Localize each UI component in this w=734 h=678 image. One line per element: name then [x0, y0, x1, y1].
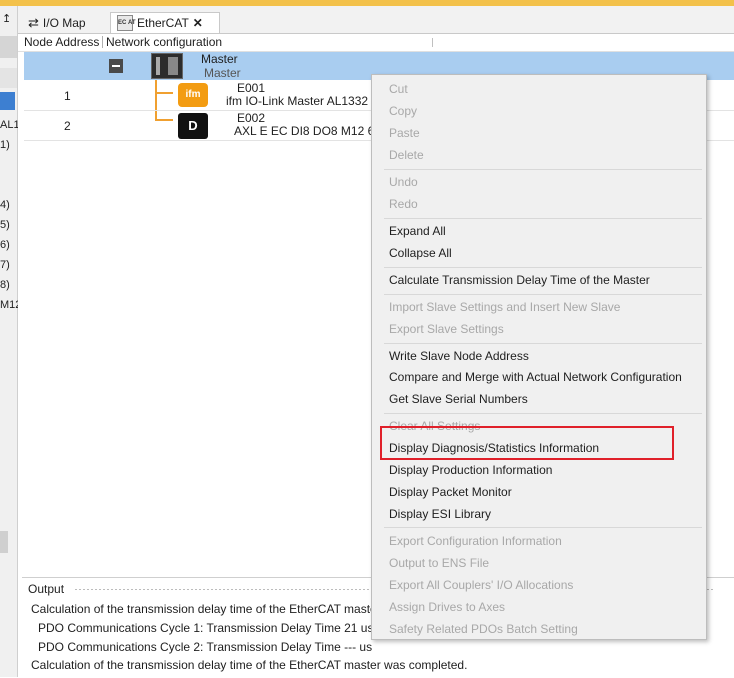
- menu-item-expand-all[interactable]: Expand All: [389, 224, 446, 238]
- left-panel-scrollbar[interactable]: [0, 531, 8, 553]
- tab-strip: ⇄ I/O Map EC AT EtherCAT ✕: [18, 6, 734, 34]
- menu-separator: [384, 218, 702, 219]
- close-icon[interactable]: ✕: [193, 16, 203, 30]
- panel-toolbar[interactable]: [0, 36, 17, 58]
- menu-item-display-production-info[interactable]: Display Production Information: [389, 463, 552, 477]
- menu-item-import-slave-settings[interactable]: Import Slave Settings and Insert New Sla…: [389, 300, 620, 314]
- phoenix-device-icon: D: [178, 113, 208, 139]
- master-device-icon: [151, 53, 183, 79]
- output-title: Output: [28, 582, 65, 596]
- left-panel-fragment: 7): [0, 259, 10, 271]
- column-network-configuration[interactable]: Network configuration: [106, 35, 222, 49]
- menu-separator: [384, 413, 702, 414]
- menu-item-cut[interactable]: Cut: [389, 82, 408, 96]
- menu-item-get-serial-numbers[interactable]: Get Slave Serial Numbers: [389, 392, 528, 406]
- master-subtitle: Master: [204, 66, 241, 80]
- node-address: 1: [64, 89, 71, 103]
- menu-item-copy[interactable]: Copy: [389, 104, 417, 118]
- left-panel-fragment: 1): [0, 139, 10, 151]
- output-line: PDO Communications Cycle 2: Transmission…: [38, 640, 373, 654]
- left-panel-fragment: 8): [0, 279, 10, 291]
- menu-separator: [384, 267, 702, 268]
- menu-item-write-node-address[interactable]: Write Slave Node Address: [389, 349, 529, 363]
- menu-separator: [384, 294, 702, 295]
- left-panel-fragment: 4): [0, 199, 10, 211]
- menu-item-collapse-all[interactable]: Collapse All: [389, 246, 452, 260]
- tab-ethercat[interactable]: EC AT EtherCAT ✕: [110, 12, 220, 33]
- output-line: Calculation of the transmission delay ti…: [31, 602, 381, 616]
- panel-toolbar-2[interactable]: [0, 68, 17, 88]
- master-name: Master: [201, 52, 238, 66]
- left-panel: ↥ AL1 1) 4) 5) 6) 7) 8) M12: [0, 6, 21, 677]
- slave-id: E002: [237, 111, 266, 125]
- left-panel-fragment: 6): [0, 239, 10, 251]
- menu-item-display-esi-library[interactable]: Display ESI Library: [389, 507, 491, 521]
- menu-separator: [384, 169, 702, 170]
- menu-item-undo[interactable]: Undo: [389, 175, 418, 189]
- slave-id: E001: [237, 81, 266, 95]
- column-divider[interactable]: [432, 38, 433, 47]
- menu-item-paste[interactable]: Paste: [389, 126, 420, 140]
- tab-io-map-label: I/O Map: [42, 15, 86, 30]
- column-header: Node Address Network configuration: [18, 34, 734, 52]
- menu-item-compare-merge[interactable]: Compare and Merge with Actual Network Co…: [389, 370, 682, 384]
- pin-icon[interactable]: ↥: [2, 12, 11, 25]
- ethercat-icon: EC AT: [117, 15, 136, 31]
- menu-item-calculate-delay[interactable]: Calculate Transmission Delay Time of the…: [389, 273, 650, 287]
- menu-item-export-slave-settings[interactable]: Export Slave Settings: [389, 322, 504, 336]
- output-line: Calculation of the transmission delay ti…: [31, 658, 468, 672]
- output-line: PDO Communications Cycle 1: Transmission…: [38, 621, 374, 635]
- slave-description: ifm IO-Link Master AL1332: [226, 94, 369, 108]
- menu-item-safety-pdos[interactable]: Safety Related PDOs Batch Setting: [389, 622, 578, 636]
- menu-item-delete[interactable]: Delete: [389, 148, 424, 162]
- node-address: 2: [64, 119, 71, 133]
- column-divider[interactable]: [102, 36, 103, 48]
- tab-io-map[interactable]: ⇄ I/O Map: [22, 12, 108, 33]
- menu-item-display-packet-monitor[interactable]: Display Packet Monitor: [389, 485, 512, 499]
- menu-separator: [384, 527, 702, 528]
- left-panel-fragment: AL1: [0, 119, 20, 131]
- menu-item-export-couplers-io[interactable]: Export All Couplers' I/O Allocations: [389, 578, 573, 592]
- highlight-box: [380, 426, 674, 460]
- context-menu: Cut Copy Paste Delete Undo Redo Expand A…: [371, 74, 707, 640]
- ifm-device-icon: ifm: [178, 83, 208, 107]
- left-panel-fragment: 5): [0, 219, 10, 231]
- io-map-icon: ⇄: [28, 14, 39, 30]
- tab-ethercat-label: EtherCAT: [137, 16, 189, 30]
- left-panel-selected-item[interactable]: [0, 92, 15, 110]
- slave-description: AXL E EC DI8 DO8 M12 6P: [234, 124, 383, 138]
- menu-item-output-ens-file[interactable]: Output to ENS File: [389, 556, 489, 570]
- menu-separator: [384, 343, 702, 344]
- collapse-icon[interactable]: [109, 59, 123, 73]
- menu-item-redo[interactable]: Redo: [389, 197, 418, 211]
- column-node-address[interactable]: Node Address: [24, 35, 99, 49]
- menu-item-assign-drives[interactable]: Assign Drives to Axes: [389, 600, 505, 614]
- menu-item-export-configuration[interactable]: Export Configuration Information: [389, 534, 562, 548]
